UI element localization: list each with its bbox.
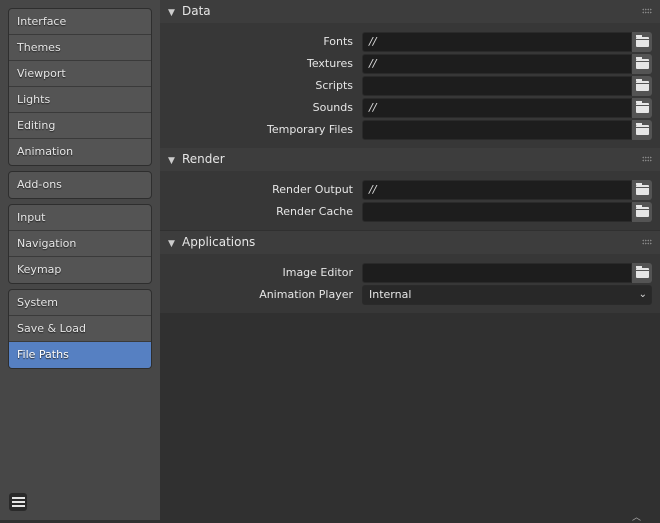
sidebar-item-lights[interactable]: Lights bbox=[9, 87, 151, 113]
sidebar-group: System Save & Load File Paths bbox=[8, 289, 152, 369]
panel-applications: ▼ Applications Image Editor Animation Pla… bbox=[160, 231, 660, 313]
sounds-input[interactable]: // bbox=[362, 98, 632, 118]
folder-icon bbox=[635, 123, 649, 135]
field-label: Render Output bbox=[272, 183, 353, 196]
row-render-cache: Render Cache bbox=[160, 202, 660, 224]
row-render-output: Render Output // bbox=[160, 180, 660, 202]
panel-title: Render bbox=[182, 152, 225, 166]
folder-icon bbox=[635, 57, 649, 69]
temporary-files-input[interactable] bbox=[362, 120, 632, 140]
sidebar-item-input[interactable]: Input bbox=[9, 205, 151, 231]
folder-browse-button[interactable] bbox=[632, 32, 652, 52]
sidebar-item-keymap[interactable]: Keymap bbox=[9, 257, 151, 283]
field-label: Scripts bbox=[315, 79, 353, 92]
sidebar-item-editing[interactable]: Editing bbox=[9, 113, 151, 139]
folder-icon bbox=[635, 183, 649, 195]
field-label: Temporary Files bbox=[267, 123, 353, 136]
field-label: Fonts bbox=[323, 35, 353, 48]
drag-grip-icon[interactable] bbox=[642, 239, 652, 245]
panel-header-applications[interactable]: ▼ Applications bbox=[160, 231, 660, 254]
folder-browse-button[interactable] bbox=[632, 180, 652, 200]
chevron-down-icon: ⌄ bbox=[638, 289, 647, 300]
folder-icon bbox=[635, 101, 649, 113]
drag-grip-icon[interactable] bbox=[642, 156, 652, 162]
sidebar-item-themes[interactable]: Themes bbox=[9, 35, 151, 61]
folder-icon bbox=[635, 266, 649, 278]
field-label: Render Cache bbox=[276, 205, 353, 218]
textures-input[interactable]: // bbox=[362, 54, 632, 74]
panel-render: ▼ Render Render Output // Render Cache bbox=[160, 148, 660, 230]
folder-browse-button[interactable] bbox=[632, 263, 652, 283]
triangle-down-icon: ▼ bbox=[168, 156, 175, 166]
select-value: Internal bbox=[369, 288, 412, 301]
row-textures: Textures // bbox=[160, 54, 660, 76]
sidebar-item-system[interactable]: System bbox=[9, 290, 151, 316]
scroll-up-icon[interactable]: ︿ bbox=[632, 510, 641, 523]
folder-browse-button[interactable] bbox=[632, 54, 652, 74]
row-temporary-files: Temporary Files bbox=[160, 120, 660, 142]
sidebar-item-add-ons[interactable]: Add-ons bbox=[9, 172, 151, 198]
folder-browse-button[interactable] bbox=[632, 98, 652, 118]
drag-grip-icon[interactable] bbox=[642, 8, 652, 14]
triangle-down-icon: ▼ bbox=[168, 239, 175, 249]
folder-browse-button[interactable] bbox=[632, 202, 652, 222]
folder-browse-button[interactable] bbox=[632, 76, 652, 96]
panel-header-render[interactable]: ▼ Render bbox=[160, 148, 660, 171]
row-sounds: Sounds // bbox=[160, 98, 660, 120]
sidebar-item-viewport[interactable]: Viewport bbox=[9, 61, 151, 87]
sidebar-group: Interface Themes Viewport Lights Editing Anim… bbox=[8, 8, 152, 166]
folder-browse-button[interactable] bbox=[632, 120, 652, 140]
row-animation-player: Animation Player Internal ⌄ bbox=[160, 285, 660, 307]
animation-player-select[interactable]: Internal ⌄ bbox=[362, 285, 652, 305]
triangle-down-icon: ▼ bbox=[168, 8, 175, 18]
sidebar: Interface Themes Viewport Lights Editing Anim… bbox=[0, 0, 160, 520]
hamburger-menu-icon[interactable] bbox=[9, 493, 27, 511]
sidebar-item-animation[interactable]: Animation bbox=[9, 139, 151, 165]
field-label: Sounds bbox=[312, 101, 353, 114]
folder-icon bbox=[635, 35, 649, 47]
row-image-editor: Image Editor bbox=[160, 263, 660, 285]
row-fonts: Fonts // bbox=[160, 32, 660, 54]
fonts-input[interactable]: // bbox=[362, 32, 632, 52]
sidebar-item-save-load[interactable]: Save & Load bbox=[9, 316, 151, 342]
sidebar-item-navigation[interactable]: Navigation bbox=[9, 231, 151, 257]
field-label: Textures bbox=[307, 57, 353, 70]
panel-header-data[interactable]: ▼ Data bbox=[160, 0, 660, 23]
folder-icon bbox=[635, 205, 649, 217]
scripts-input[interactable] bbox=[362, 76, 632, 96]
main-area: ▼ Data Fonts // Textures // Scripts Sound… bbox=[160, 0, 660, 520]
render-cache-input[interactable] bbox=[362, 202, 632, 222]
folder-icon bbox=[635, 79, 649, 91]
image-editor-input[interactable] bbox=[362, 263, 632, 283]
sidebar-item-file-paths[interactable]: File Paths bbox=[9, 342, 151, 368]
sidebar-group: Add-ons bbox=[8, 171, 152, 199]
field-label: Image Editor bbox=[282, 266, 353, 279]
field-label: Animation Player bbox=[259, 288, 353, 301]
panel-title: Data bbox=[182, 4, 211, 18]
sidebar-item-interface[interactable]: Interface bbox=[9, 9, 151, 35]
panel-data: ▼ Data Fonts // Textures // Scripts Sound… bbox=[160, 0, 660, 148]
row-scripts: Scripts bbox=[160, 76, 660, 98]
sidebar-group: Input Navigation Keymap bbox=[8, 204, 152, 284]
render-output-input[interactable]: // bbox=[362, 180, 632, 200]
panel-title: Applications bbox=[182, 235, 256, 249]
